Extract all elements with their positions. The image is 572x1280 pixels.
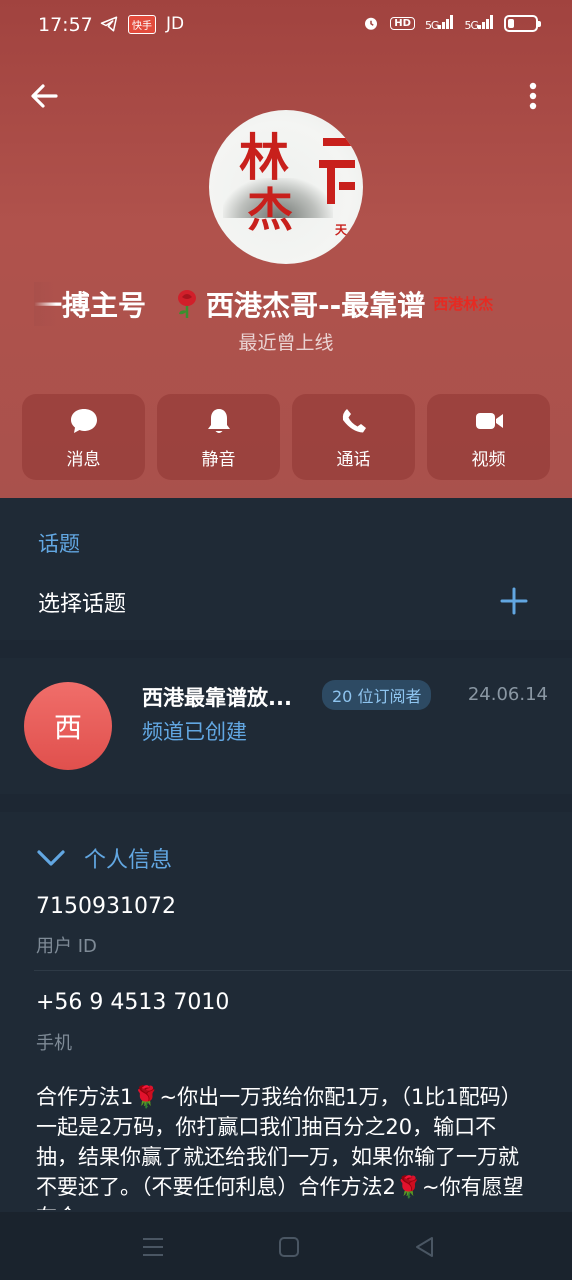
hd-voice-icon: HD: [390, 16, 415, 30]
user-id-value[interactable]: 7150931072: [36, 894, 176, 919]
video-button-label: 视频: [471, 449, 506, 470]
select-topic-item[interactable]: 选择话题: [38, 586, 126, 618]
channel-avatar[interactable]: 西: [24, 682, 112, 770]
mute-button[interactable]: 静音: [157, 394, 280, 480]
signal-2-label: 5G: [464, 18, 478, 32]
back-nav-icon[interactable]: [412, 1234, 438, 1260]
last-seen-status: 最近曾上线: [238, 332, 334, 354]
topics-section: 话题 选择话题: [0, 498, 572, 640]
status-bar: 17:57 快手 JD HD 5G 5G: [0, 0, 572, 52]
avatar-small-char: 天: [334, 223, 347, 237]
alarm-icon: [365, 17, 378, 30]
signal-2-icon: 5G: [464, 14, 494, 32]
message-button[interactable]: 消息: [22, 394, 145, 480]
name-emoji-badge: 西港林杰: [433, 295, 494, 313]
telegram-notification-icon: [100, 16, 118, 32]
user-id-label: 用户 ID: [36, 936, 97, 957]
avatar-char-2: 杰: [247, 183, 293, 237]
add-topic-plus-icon[interactable]: [498, 585, 530, 617]
message-button-label: 消息: [66, 449, 101, 470]
status-time: 17:57: [38, 14, 93, 36]
profile-name: 一搏主号 西港杰哥--最靠谱 西港林杰: [34, 282, 554, 326]
signal-1-label: 5G: [424, 18, 439, 32]
channel-date: 24.06.14: [467, 684, 548, 705]
profile-header: 17:57 快手 JD HD 5G 5G 林 杰 天 一搏主号 西港杰哥--最靠…: [0, 0, 572, 498]
battery-icon: [504, 14, 541, 32]
mute-button-label: 静音: [201, 449, 236, 470]
topics-title: 话题: [38, 532, 80, 556]
kuaishou-notification-icon: 快手: [128, 14, 156, 34]
chevron-down-icon[interactable]: [36, 846, 66, 870]
jd-notification-icon: JD: [166, 14, 185, 34]
rose-icon: [178, 290, 197, 318]
action-bar: 消息 静音 通话 视频: [22, 394, 550, 480]
divider: [34, 970, 572, 971]
call-button-label: 通话: [336, 449, 371, 470]
call-button[interactable]: 通话: [292, 394, 415, 480]
personal-info-title[interactable]: 个人信息: [84, 842, 172, 874]
channel-status: 频道已创建: [142, 720, 247, 744]
profile-name-main: 西港杰哥--最靠谱: [206, 289, 426, 322]
back-arrow-icon[interactable]: [26, 78, 62, 114]
video-button[interactable]: 视频: [427, 394, 550, 480]
signal-1-icon: 5G: [424, 14, 455, 32]
bio-text[interactable]: 合作方法1🌹~你出一万我给你配1万，（1比1配码）一起是2万码，你打赢口我们抽百…: [36, 1082, 536, 1210]
channel-avatar-letter: 西: [53, 711, 82, 744]
video-icon: [475, 412, 503, 429]
message-icon: [70, 408, 97, 433]
phone-value[interactable]: +56 9 4513 7010: [36, 990, 229, 1015]
more-options-icon[interactable]: [518, 78, 548, 114]
phone-label: 手机: [36, 1033, 72, 1054]
phone-icon: [342, 408, 366, 432]
avatar-brush-decoration: [319, 138, 355, 204]
profile-avatar[interactable]: 林 杰 天: [209, 110, 363, 264]
home-nav-icon[interactable]: [276, 1234, 302, 1260]
bell-icon: [207, 408, 230, 433]
menu-nav-icon[interactable]: [140, 1234, 166, 1260]
subscriber-count-badge: 20 位订阅者: [322, 680, 432, 710]
channel-name[interactable]: 西港最靠谱放...: [142, 682, 292, 712]
system-navigation-bar: [0, 1212, 572, 1280]
